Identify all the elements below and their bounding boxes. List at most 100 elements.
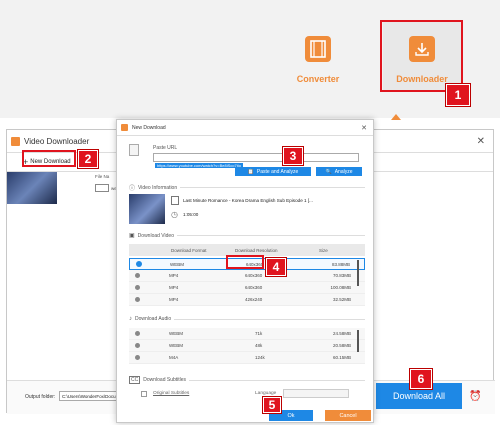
col-format: Download Format <box>171 247 207 253</box>
audio-format: M4A <box>169 355 179 360</box>
language-label: Language <box>255 391 277 396</box>
music-note-icon: ♪ <box>129 316 132 322</box>
document-icon <box>171 196 179 205</box>
new-download-dialog: New Download ✕ Paste URL https://www.you… <box>116 119 374 423</box>
video-format: WEBM <box>170 261 184 267</box>
original-subtitles-checkbox[interactable] <box>141 391 147 397</box>
clock-icon: ◷ <box>171 210 178 219</box>
video-row[interactable]: MP4 426x240 32.52MB <box>129 294 365 306</box>
output-folder-input[interactable]: C:\Users\WonderFox\Docu <box>59 391 119 401</box>
download-audio-label: Download Audio <box>135 316 172 322</box>
radio-icon[interactable] <box>135 330 140 336</box>
cc-icon: CC <box>129 376 141 384</box>
video-title: Last Minute Romance - Korea Drama Englis… <box>183 198 313 203</box>
audio-bitrate: 124k <box>255 355 265 360</box>
video-info-label: Video Information <box>138 184 178 191</box>
paste-analyze-button[interactable]: 📋 Paste and Analyze <box>235 167 311 176</box>
callout-5: 5 <box>262 396 282 414</box>
analyze-label: Analyze <box>334 168 353 175</box>
url-input[interactable]: https://www.youtube.com/watch?v=Be8iSco7… <box>153 153 359 168</box>
video-size: 70.83MB <box>332 273 351 278</box>
new-download-highlight <box>22 150 76 167</box>
download-audio-section-header: ♪ Download Audio <box>129 316 365 322</box>
col-resolution: Download Resolution <box>235 247 278 253</box>
download-video-label: Download Video <box>137 232 174 239</box>
dialog-titlebar: New Download ✕ <box>117 120 373 136</box>
callout-3: 3 <box>282 146 304 166</box>
pointer-triangle <box>391 114 401 120</box>
callout-4: 4 <box>265 257 287 277</box>
col-size: Size <box>319 247 328 253</box>
section-divider <box>174 318 365 320</box>
analyze-button[interactable]: 🔍 Analyze <box>316 167 362 176</box>
radio-icon[interactable] <box>135 354 140 360</box>
original-subtitles-label[interactable]: Original Subtitles <box>153 391 189 396</box>
radio-icon[interactable] <box>135 284 140 290</box>
dialog-close-icon[interactable]: ✕ <box>361 124 367 132</box>
video-size: 100.08MB <box>330 285 351 290</box>
section-divider <box>177 235 365 236</box>
film-icon <box>305 36 331 62</box>
video-size: 83.88MB <box>331 261 350 267</box>
video-thumbnail <box>7 172 57 204</box>
radio-icon[interactable] <box>135 342 140 348</box>
magnifier-icon: 🔍 <box>325 168 332 175</box>
audio-bitrate: 71k <box>255 331 263 336</box>
callout-6: 6 <box>409 368 433 390</box>
radio-icon[interactable] <box>135 272 140 278</box>
video-row[interactable]: MP4 640x360 70.83MB <box>129 270 365 282</box>
converter-label: Converter <box>296 74 340 84</box>
audio-row[interactable]: WEBM 71k 24.58MB <box>129 328 365 340</box>
paste-icon: 📋 <box>247 168 254 175</box>
output-folder-label: Output folder: <box>25 394 56 400</box>
audio-row[interactable]: M4A 124k 60.15MB <box>129 352 365 364</box>
audio-size: 60.15MB <box>332 355 351 360</box>
callout-1: 1 <box>445 83 471 107</box>
video-scrollbar[interactable] <box>357 260 359 286</box>
dialog-app-icon <box>121 124 128 131</box>
video-format: MP4 <box>169 273 179 278</box>
audio-scrollbar[interactable] <box>357 330 359 352</box>
file-name-label: File Na <box>95 174 110 179</box>
audio-format: WEBM <box>169 331 183 336</box>
audio-size: 24.58MB <box>332 331 351 336</box>
url-clipboard-icon <box>129 144 139 156</box>
download-video-section-header: ▣ Download Video <box>129 232 365 239</box>
converter-mode-button[interactable]: Converter <box>278 22 358 90</box>
resolution-highlight <box>226 255 264 269</box>
video-format: MP4 <box>169 285 179 290</box>
info-icon: ⓘ <box>129 186 136 192</box>
video-format: MP4 <box>169 297 179 302</box>
section-divider <box>189 379 365 381</box>
file-icon <box>95 184 109 192</box>
dialog-video-thumbnail <box>129 194 165 224</box>
cancel-button[interactable]: Cancel <box>325 410 371 421</box>
video-resolution: 640x360 <box>245 285 263 290</box>
video-info-section-header: ⓘ Video Information <box>129 183 365 192</box>
section-divider <box>180 187 365 188</box>
video-row[interactable]: MP4 640x360 100.08MB <box>129 282 365 294</box>
audio-table-body: WEBM 71k 24.58MB WEBM 48k 20.58MB M4A 12… <box>129 328 365 364</box>
download-subtitles-label: Download Subtitles <box>143 377 187 383</box>
radio-selected-icon[interactable] <box>136 260 142 267</box>
audio-format: WEBM <box>169 343 183 348</box>
dialog-title: New Download <box>132 124 166 131</box>
audio-row[interactable]: WEBM 48k 20.58MB <box>129 340 365 352</box>
url-input-value: https://www.youtube.com/watch?v=Be8iSco7… <box>155 163 243 168</box>
video-camera-icon: ▣ <box>129 233 135 239</box>
video-size: 32.52MB <box>332 297 351 302</box>
close-icon[interactable]: ✕ <box>477 136 485 147</box>
audio-bitrate: 48k <box>255 343 263 348</box>
video-duration: 1:05:00 <box>183 212 199 217</box>
downloader-highlight <box>380 20 463 92</box>
paste-analyze-label: Paste and Analyze <box>256 168 299 175</box>
main-window-title: Video Downloader <box>24 136 90 146</box>
paste-url-label: Paste URL <box>153 145 178 151</box>
callout-2: 2 <box>77 149 99 169</box>
video-resolution: 426x240 <box>245 297 263 302</box>
audio-size: 20.58MB <box>332 343 351 348</box>
language-select[interactable] <box>283 389 349 398</box>
radio-icon[interactable] <box>135 296 140 302</box>
alarm-icon[interactable]: ⏰ <box>469 391 481 402</box>
download-subtitles-section-header: CC Download Subtitles <box>129 376 365 384</box>
